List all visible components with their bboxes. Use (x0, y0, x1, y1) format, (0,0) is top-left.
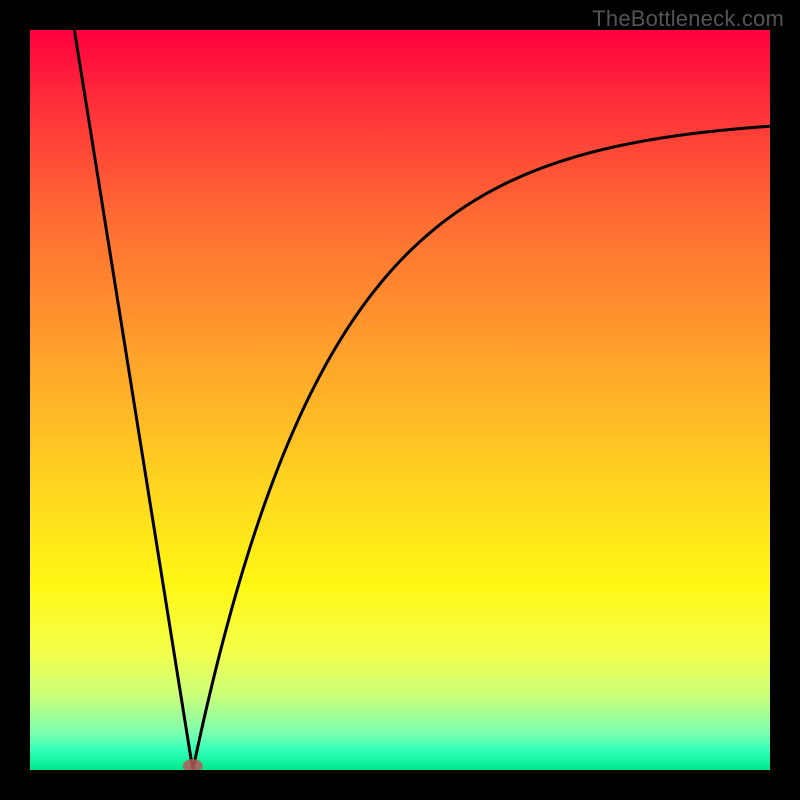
bottleneck-chart (30, 30, 770, 770)
watermark-text: TheBottleneck.com (592, 6, 784, 32)
gradient-background (30, 30, 770, 770)
plot-area (30, 30, 770, 770)
chart-frame: TheBottleneck.com (0, 0, 800, 800)
